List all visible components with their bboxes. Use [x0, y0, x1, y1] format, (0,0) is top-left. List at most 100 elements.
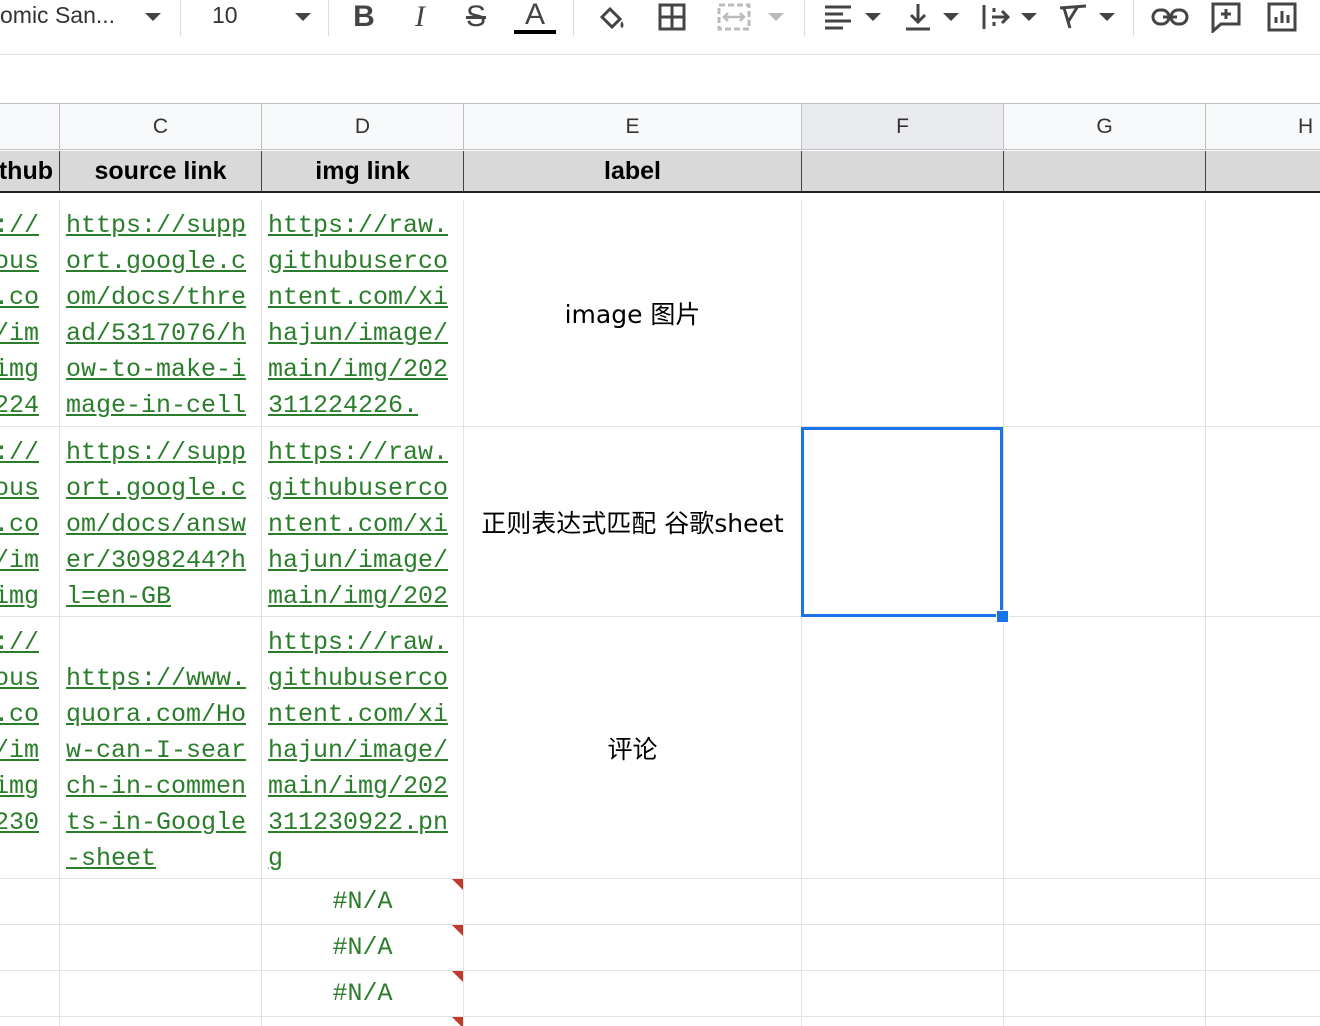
cell-empty[interactable]	[1206, 971, 1320, 1017]
vertical-align-dropdown-icon[interactable]	[940, 0, 962, 34]
cell-empty[interactable]	[464, 925, 802, 971]
cell-link-text[interactable]: https://raw.githubusercontent.com/xihaju…	[262, 625, 463, 877]
cell-source-link[interactable]: https://support.google.com/docs/thread/5…	[60, 200, 262, 427]
cell-github-link[interactable]: :// ous .co /im img 224	[0, 200, 60, 427]
cell-error[interactable]: #N/A	[262, 925, 464, 971]
cell-empty[interactable]	[60, 925, 262, 971]
cell-img-link[interactable]: https://raw.githubusercontent.com/xihaju…	[262, 617, 464, 879]
strikethrough-icon[interactable]: S	[458, 0, 494, 34]
header-cell-img-link[interactable]: img link	[262, 151, 464, 193]
cell-empty[interactable]	[0, 925, 60, 971]
cell-link-text[interactable]: :// ous .co /im img 224	[0, 208, 59, 424]
font-family-select[interactable]: omic San...	[0, 2, 115, 29]
cell-link-text[interactable]: https://support.google.com/docs/answer/3…	[60, 435, 261, 615]
cell-empty[interactable]	[802, 925, 1004, 971]
header-cell-source-link[interactable]: source link	[60, 151, 262, 193]
vertical-align-icon[interactable]	[900, 0, 936, 34]
cell-empty[interactable]	[802, 617, 1004, 879]
error-marker-icon[interactable]	[452, 971, 463, 982]
cell-link-text[interactable]: https://www.quora.com/How-can-I-search-i…	[60, 661, 261, 877]
cell-empty[interactable]	[464, 1017, 802, 1026]
cell-source-link[interactable]: https://www.quora.com/How-can-I-search-i…	[60, 617, 262, 879]
fill-handle[interactable]	[996, 610, 1009, 623]
text-color-icon[interactable]: A	[514, 0, 556, 34]
insert-chart-icon[interactable]	[1264, 0, 1300, 34]
insert-comment-icon[interactable]	[1208, 0, 1244, 34]
cell-link-text[interactable]: :// ous .co /im img 230	[0, 625, 59, 841]
cell-link-text[interactable]: https://raw.githubusercontent.com/xihaju…	[262, 208, 463, 424]
cell-empty[interactable]	[1004, 925, 1206, 971]
cell-link-text[interactable]: https://raw.githubusercontent.com/xihaju…	[262, 435, 463, 615]
cell-img-link[interactable]: https://raw.githubusercontent.com/xihaju…	[262, 427, 464, 617]
cell-empty[interactable]	[60, 971, 262, 1017]
cell-error[interactable]: #N/A	[262, 971, 464, 1017]
font-size-select[interactable]: 10	[212, 2, 238, 29]
cell-empty[interactable]	[0, 1017, 60, 1026]
cell-empty[interactable]	[60, 879, 262, 925]
column-header-e[interactable]: E	[464, 103, 802, 150]
header-cell-g[interactable]	[1004, 151, 1206, 193]
text-rotation-icon[interactable]	[1054, 0, 1094, 34]
cell-empty[interactable]	[1004, 971, 1206, 1017]
cell-label[interactable]: image 图片	[464, 200, 802, 427]
column-header-d[interactable]: D	[262, 103, 464, 150]
merge-dropdown-icon[interactable]	[764, 0, 788, 34]
cell-github-link[interactable]: :// ous .co /im img 230	[0, 617, 60, 879]
font-family-dropdown-icon[interactable]	[140, 0, 166, 34]
column-header-g[interactable]: G	[1004, 103, 1206, 150]
insert-link-icon[interactable]	[1150, 0, 1190, 34]
fill-color-icon[interactable]	[594, 0, 630, 34]
header-cell-h[interactable]	[1206, 151, 1320, 193]
error-marker-icon[interactable]	[452, 879, 463, 890]
column-header-c[interactable]: C	[60, 103, 262, 150]
merge-cells-icon[interactable]	[714, 0, 754, 34]
italic-icon[interactable]: I	[402, 0, 438, 34]
cell-empty[interactable]	[1004, 200, 1206, 427]
cell-empty[interactable]	[802, 879, 1004, 925]
text-wrapping-dropdown-icon[interactable]	[1018, 0, 1040, 34]
cell-empty[interactable]	[1206, 617, 1320, 879]
column-header[interactable]	[0, 103, 60, 150]
cell-empty[interactable]	[1206, 427, 1320, 617]
bold-icon[interactable]: B	[346, 0, 382, 34]
column-header-h[interactable]: H	[1206, 103, 1320, 150]
column-header-f[interactable]: F	[802, 103, 1004, 150]
cell-partial[interactable]	[262, 1017, 464, 1026]
text-rotation-dropdown-icon[interactable]	[1096, 0, 1118, 34]
cell-empty[interactable]	[1206, 879, 1320, 925]
cell-empty[interactable]	[60, 1017, 262, 1026]
cell-empty[interactable]	[0, 879, 60, 925]
cell-empty[interactable]	[464, 879, 802, 925]
font-size-dropdown-icon[interactable]	[290, 0, 316, 34]
cell-empty[interactable]	[464, 971, 802, 1017]
borders-icon[interactable]	[654, 0, 690, 34]
header-cell-github[interactable]: thub	[0, 151, 60, 193]
cell-empty[interactable]	[1004, 879, 1206, 925]
error-marker-icon[interactable]	[452, 1017, 463, 1026]
cell-github-link[interactable]: :// ous .co /im img	[0, 427, 60, 617]
header-cell-f[interactable]	[802, 151, 1004, 193]
cell-empty[interactable]	[802, 1017, 1004, 1026]
horizontal-align-icon[interactable]	[820, 0, 856, 34]
cell-empty[interactable]	[0, 971, 60, 1017]
horizontal-align-dropdown-icon[interactable]	[862, 0, 884, 34]
header-text: label	[604, 156, 661, 185]
header-cell-label[interactable]: label	[464, 151, 802, 193]
error-marker-icon[interactable]	[452, 925, 463, 936]
cell-link-text[interactable]: :// ous .co /im img	[0, 435, 59, 615]
cell-empty[interactable]	[802, 971, 1004, 1017]
cell-empty[interactable]	[1206, 925, 1320, 971]
cell-link-text[interactable]: https://support.google.com/docs/thread/5…	[60, 208, 261, 424]
cell-source-link[interactable]: https://support.google.com/docs/answer/3…	[60, 427, 262, 617]
cell-empty[interactable]	[802, 200, 1004, 427]
cell-error[interactable]: #N/A	[262, 879, 464, 925]
cell-label[interactable]: 正则表达式匹配 谷歌sheet	[464, 427, 802, 617]
cell-img-link[interactable]: https://raw.githubusercontent.com/xihaju…	[262, 200, 464, 427]
cell-empty[interactable]	[1004, 1017, 1206, 1026]
cell-empty[interactable]	[1206, 1017, 1320, 1026]
cell-empty[interactable]	[1206, 200, 1320, 427]
cell-label[interactable]: 评论	[464, 617, 802, 879]
text-wrapping-icon[interactable]	[978, 0, 1014, 34]
cell-empty[interactable]	[1004, 427, 1206, 617]
cell-empty[interactable]	[1004, 617, 1206, 879]
